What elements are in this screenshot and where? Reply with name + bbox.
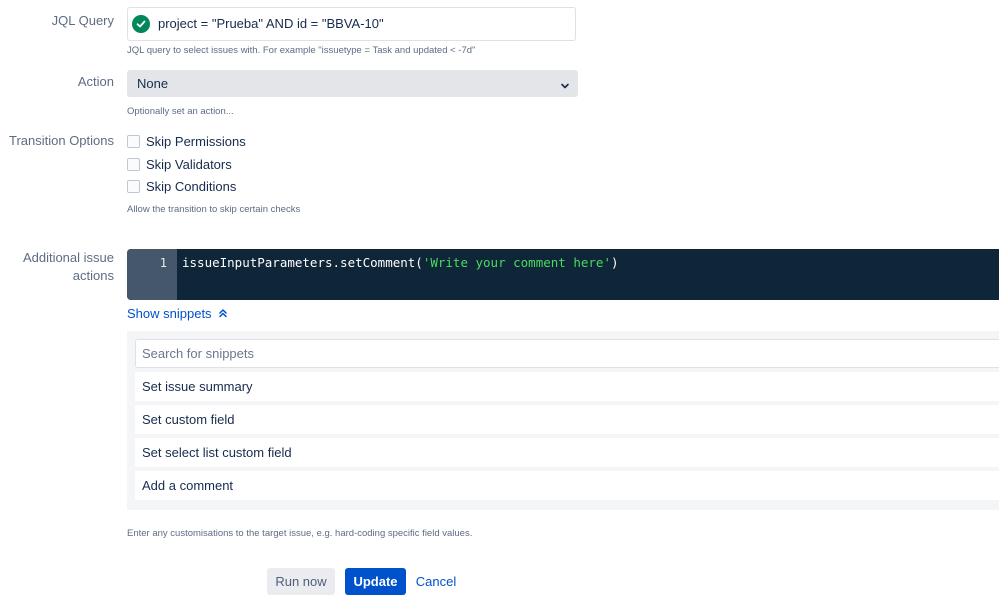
show-snippets-toggle[interactable]: Show snippets bbox=[127, 306, 228, 321]
snippet-search-input[interactable] bbox=[136, 340, 999, 367]
skip-permissions-option[interactable]: Skip Permissions bbox=[127, 132, 246, 150]
run-now-button[interactable]: Run now bbox=[267, 568, 335, 595]
skip-conditions-label: Skip Conditions bbox=[146, 178, 237, 194]
jql-query-input[interactable]: project = "Prueba" AND id = "BBVA-10" bbox=[127, 7, 576, 41]
snippet-add-a-comment[interactable]: Add a comment bbox=[135, 471, 999, 500]
jql-query-hint: JQL query to select issues with. For exa… bbox=[127, 45, 476, 56]
code-suffix: ) bbox=[610, 255, 619, 270]
additional-actions-hint: Enter any customisations to the target i… bbox=[127, 528, 473, 539]
update-button[interactable]: Update bbox=[345, 568, 406, 595]
cancel-button[interactable]: Cancel bbox=[413, 568, 459, 595]
jql-query-label: JQL Query bbox=[51, 13, 114, 28]
snippet-set-select-list-custom-field[interactable]: Set select list custom field bbox=[135, 438, 999, 467]
editor-gutter: 1 bbox=[127, 249, 177, 300]
transition-options-hint: Allow the transition to skip certain che… bbox=[127, 204, 301, 215]
skip-validators-label: Skip Validators bbox=[146, 156, 232, 172]
action-selected-value: None bbox=[137, 76, 169, 91]
code-prefix: issueInputParameters.setComment( bbox=[182, 255, 423, 270]
skip-conditions-checkbox[interactable] bbox=[127, 179, 140, 193]
additional-actions-label: Additional issue actions bbox=[23, 249, 114, 285]
snippet-set-custom-field[interactable]: Set custom field bbox=[135, 405, 999, 434]
line-number: 1 bbox=[159, 256, 167, 270]
check-circle-icon bbox=[132, 15, 150, 33]
transition-options-label: Transition Options bbox=[8, 133, 114, 148]
skip-permissions-label: Skip Permissions bbox=[146, 133, 246, 149]
skip-permissions-checkbox[interactable] bbox=[127, 134, 140, 148]
skip-conditions-option[interactable]: Skip Conditions bbox=[127, 177, 236, 195]
code-line[interactable]: issueInputParameters.setComment('Write y… bbox=[182, 255, 619, 270]
action-hint: Optionally set an action... bbox=[127, 106, 234, 117]
code-editor[interactable]: 1 issueInputParameters.setComment('Write… bbox=[127, 249, 999, 300]
additional-actions-label-line1: Additional issue bbox=[22, 250, 114, 265]
snippet-search-box[interactable] bbox=[135, 339, 999, 368]
show-snippets-label: Show snippets bbox=[127, 306, 212, 321]
skip-validators-checkbox[interactable] bbox=[127, 157, 140, 171]
jql-query-value: project = "Prueba" AND id = "BBVA-10" bbox=[158, 16, 384, 31]
code-string: 'Write your comment here' bbox=[422, 255, 611, 270]
snippets-panel: Set issue summary Set custom field Set s… bbox=[127, 331, 999, 510]
chevron-double-up-icon bbox=[218, 306, 228, 321]
skip-validators-option[interactable]: Skip Validators bbox=[127, 155, 232, 173]
action-label: Action bbox=[77, 74, 114, 89]
snippet-set-issue-summary[interactable]: Set issue summary bbox=[135, 372, 999, 401]
chevron-down-icon bbox=[560, 78, 570, 96]
additional-actions-label-line2: actions bbox=[72, 268, 114, 283]
action-select[interactable]: None bbox=[127, 70, 578, 97]
